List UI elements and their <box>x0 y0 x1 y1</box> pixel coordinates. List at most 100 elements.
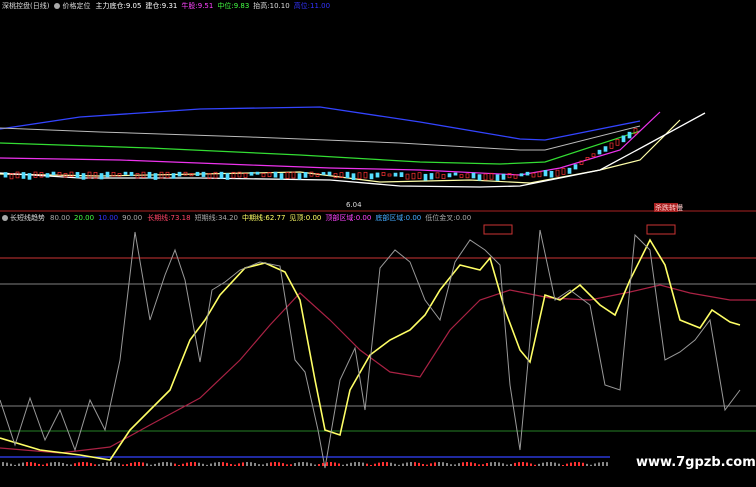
volume-tick <box>554 462 556 466</box>
volume-tick <box>354 462 356 466</box>
volume-tick <box>486 463 488 466</box>
candle <box>453 172 458 176</box>
candle <box>51 171 56 176</box>
volume-tick <box>458 463 460 466</box>
volume-tick <box>338 463 340 466</box>
candle <box>345 171 350 179</box>
chart-area[interactable]: 6.04 杀跌转慢 <box>0 0 756 487</box>
volume-tick <box>26 462 28 466</box>
candle <box>171 173 176 179</box>
volume-tick <box>254 462 256 466</box>
volume-tick <box>522 462 524 466</box>
volume-tick <box>314 464 316 466</box>
volume-tick <box>322 462 324 466</box>
volume-tick <box>478 464 480 466</box>
volume-tick <box>366 463 368 466</box>
volume-tick <box>138 462 140 466</box>
volume-tick <box>586 463 588 466</box>
volume-tick <box>318 464 320 466</box>
candle <box>411 172 416 180</box>
candle <box>363 171 368 179</box>
volume-tick <box>178 464 180 466</box>
volume-tick <box>566 463 568 466</box>
volume-tick <box>530 463 532 466</box>
volume-tick <box>22 462 24 466</box>
volume-tick <box>154 463 156 466</box>
tag-label: 杀跌转慢 <box>655 203 683 212</box>
volume-tick <box>290 464 292 466</box>
candle <box>201 171 206 177</box>
volume-tick <box>402 463 404 466</box>
volume-tick <box>218 462 220 466</box>
candle <box>477 174 482 181</box>
volume-tick <box>98 464 100 466</box>
volume-tick <box>278 462 280 466</box>
volume-tick <box>438 462 440 466</box>
volume-tick <box>498 462 500 466</box>
volume-tick <box>202 463 204 466</box>
volume-tick <box>422 464 424 466</box>
candle <box>423 173 428 181</box>
candle <box>591 153 596 157</box>
candle <box>105 171 110 178</box>
volume-tick <box>494 462 496 466</box>
volume-tick <box>442 462 444 466</box>
candle <box>279 173 284 180</box>
candle <box>57 172 62 176</box>
candle <box>327 171 332 176</box>
candle <box>519 173 524 177</box>
short-term-line <box>0 229 741 469</box>
watermark: www.7gpzb.com <box>636 455 756 470</box>
volume-tick <box>166 462 168 466</box>
volume-tick <box>74 463 76 466</box>
candle <box>483 173 488 181</box>
volume-tick <box>406 462 408 466</box>
volume-tick <box>410 462 412 466</box>
volume-tick <box>226 462 228 466</box>
volume-tick <box>462 462 464 466</box>
volume-tick <box>414 462 416 466</box>
volume-tick <box>502 463 504 466</box>
volume-tick <box>526 462 528 466</box>
volume-tick <box>602 462 604 466</box>
volume-tick <box>446 463 448 466</box>
volume-tick <box>538 463 540 466</box>
volume-tick <box>302 462 304 466</box>
candle <box>225 173 230 180</box>
candle <box>87 171 92 179</box>
candle <box>75 172 80 179</box>
candle <box>501 173 506 180</box>
candle <box>543 170 548 177</box>
volume-tick <box>150 464 152 466</box>
candle <box>417 172 422 179</box>
candle <box>249 171 254 176</box>
volume-tick <box>550 462 552 466</box>
candle <box>513 174 518 179</box>
candle <box>531 172 536 178</box>
volume-tick <box>62 462 64 466</box>
volume-tick <box>482 464 484 466</box>
volume-tick <box>186 462 188 466</box>
volume-tick <box>114 462 116 466</box>
volume-tick <box>606 462 608 466</box>
volume-tick <box>174 463 176 466</box>
candle <box>459 174 464 178</box>
candle <box>81 173 86 180</box>
volume-tick <box>134 462 136 466</box>
candle <box>219 171 224 179</box>
volume-tick <box>82 462 84 466</box>
volume-tick <box>238 463 240 466</box>
candle <box>537 171 542 178</box>
volume-tick <box>230 463 232 466</box>
volume-tick <box>346 463 348 466</box>
volume-tick <box>286 464 288 466</box>
candle <box>615 139 620 146</box>
candle <box>549 170 554 178</box>
candle <box>27 173 32 180</box>
candle <box>261 173 266 178</box>
volume-tick <box>570 462 572 466</box>
volume-tick <box>90 463 92 466</box>
candle <box>177 171 182 177</box>
volume-tick <box>126 464 128 466</box>
volume-tick <box>14 464 16 466</box>
